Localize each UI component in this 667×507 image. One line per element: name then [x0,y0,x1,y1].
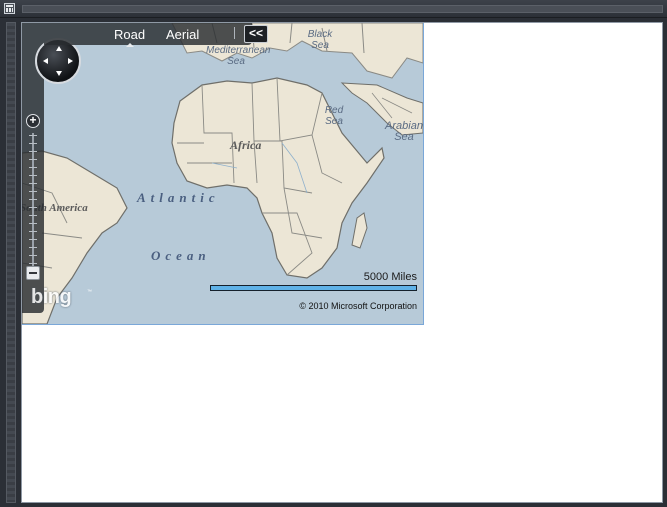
label-black-sea: Black Sea [307,29,333,51]
tab-road[interactable]: Road [114,27,145,47]
copyright-text: © 2010 Microsoft Corporation [299,301,417,311]
zoom-out-button[interactable] [26,266,40,280]
pan-up-icon[interactable] [56,46,62,51]
zoom-slider-ticks [29,135,37,265]
top-rail [22,5,663,13]
map-view[interactable]: Mediterranean Sea Black Sea Red Sea Arab… [22,23,424,325]
bing-trademark: ™ [87,289,92,295]
pan-left-icon[interactable] [43,58,48,64]
collapse-button[interactable]: << [244,25,268,43]
scale-bar [210,285,417,291]
scale-label: 5000 Miles [363,271,417,283]
bing-logo: bing [31,286,72,308]
grid-icon[interactable] [4,3,15,14]
label-arabian-sea: Arabian Sea [385,120,423,143]
content-area: Mediterranean Sea Black Sea Red Sea Arab… [21,22,663,503]
label-ocean: Ocean [151,248,211,263]
pan-down-icon[interactable] [56,71,62,76]
label-mediterranean: Mediterranean Sea [206,45,271,67]
label-red-sea: Red Sea [324,105,344,127]
nav-separator [234,27,235,39]
pan-right-icon[interactable] [68,58,73,64]
zoom-in-button[interactable]: + [26,114,40,128]
map-nav-bar: Road Aerial << [44,23,268,47]
label-africa: Africa [230,138,262,152]
window-titlebar [0,0,667,18]
label-atlantic: Atlantic [137,190,220,205]
tab-aerial[interactable]: Aerial [166,27,199,42]
left-rail [6,22,16,503]
